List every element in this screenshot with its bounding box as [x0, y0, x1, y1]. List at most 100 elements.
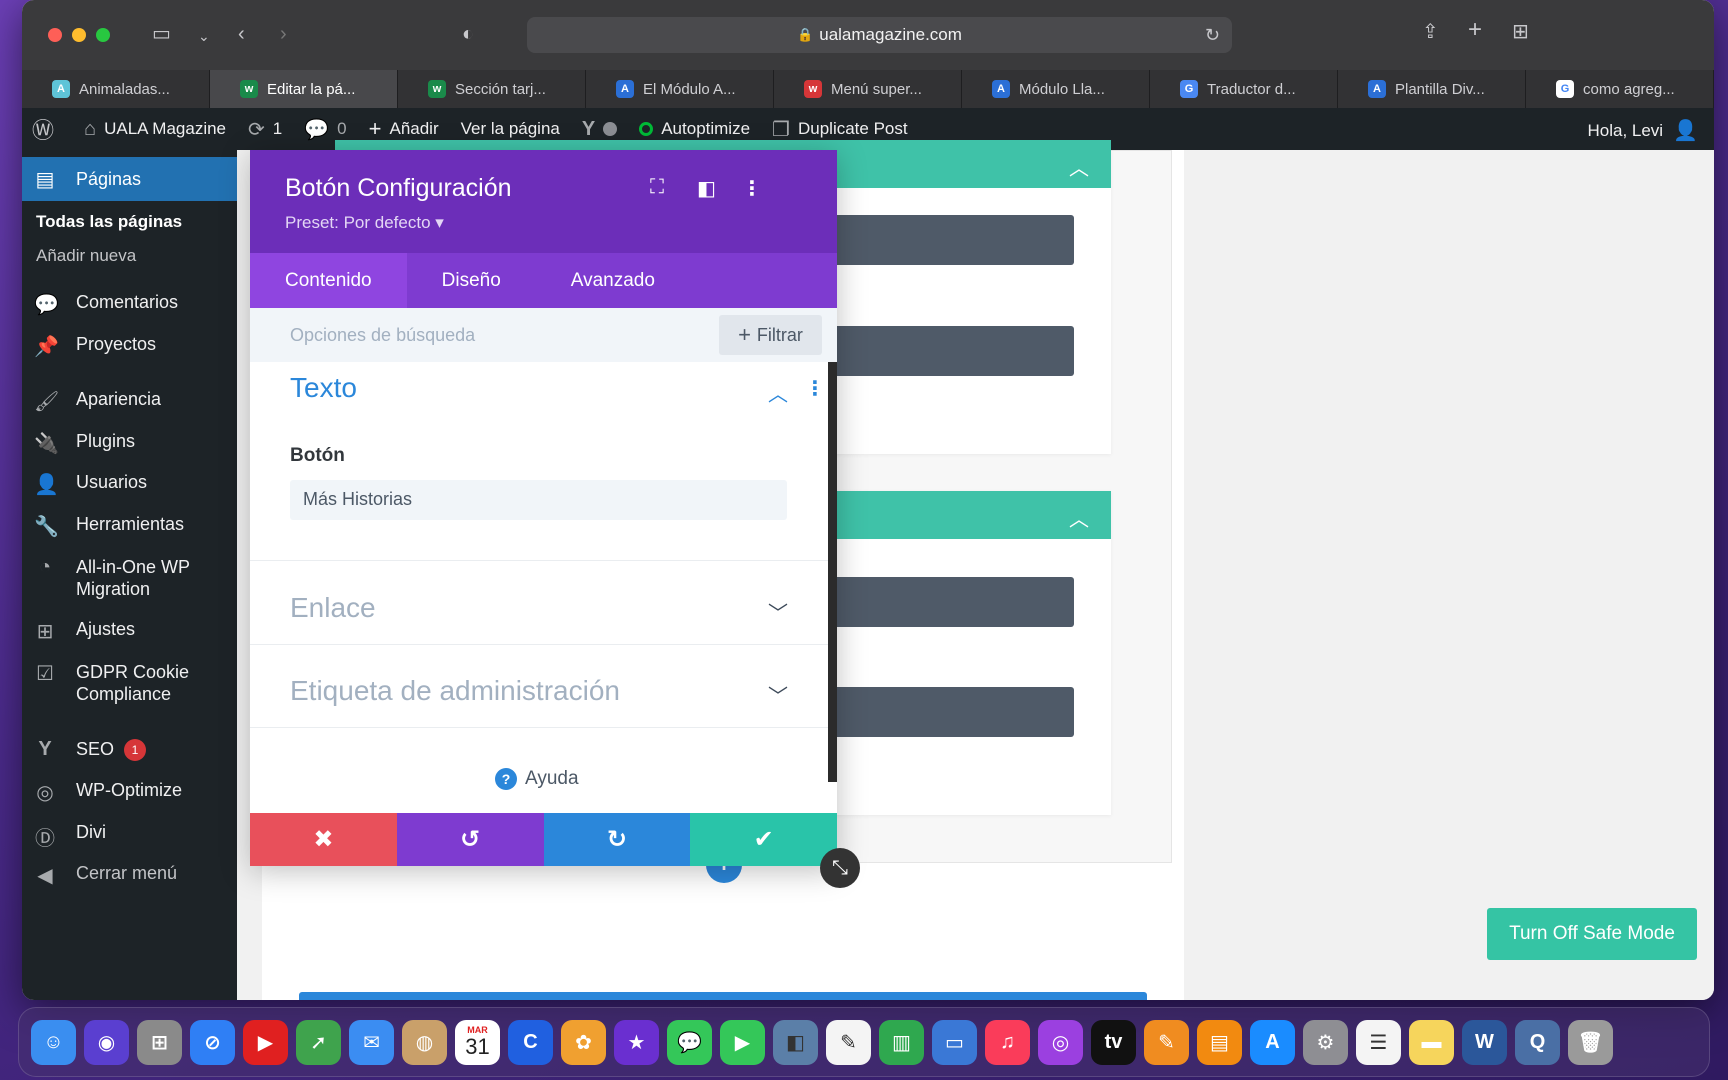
trash-app-icon[interactable]: 🗑 [1568, 1019, 1613, 1065]
cancel-button[interactable]: ✖ [250, 813, 397, 866]
turn-off-safe-mode-button[interactable]: Turn Off Safe Mode [1487, 908, 1697, 960]
keynote-app-icon[interactable]: ▭ [932, 1019, 977, 1065]
minimize-window-button[interactable] [72, 28, 86, 42]
duplicate-post-link[interactable]: ❐ Duplicate Post [772, 117, 908, 142]
wordpress-logo-icon[interactable]: Ⓦ [32, 113, 62, 145]
tab-diseno[interactable]: Diseño [407, 253, 536, 308]
cursor-app-icon[interactable]: C [508, 1019, 553, 1065]
browser-tab[interactable]: A Módulo Lla... [962, 70, 1150, 108]
siri-app-icon[interactable]: ◉ [84, 1019, 129, 1065]
reload-icon[interactable]: ↻ [1205, 25, 1220, 46]
books-app-icon[interactable]: ▤ [1197, 1019, 1242, 1065]
browser-tab[interactable]: w Editar la pá... [210, 70, 398, 108]
submenu-all-pages[interactable]: Todas las páginas [36, 212, 182, 232]
undo-button[interactable]: ↺ [396, 813, 544, 866]
comments-link[interactable]: 💬 0 [304, 117, 346, 142]
podcasts-app-icon[interactable]: ◎ [1038, 1019, 1083, 1065]
reminders-app-icon[interactable]: ☰ [1356, 1019, 1401, 1065]
new-tab-icon[interactable]: + [1468, 18, 1482, 42]
imovie-app-icon[interactable]: ★ [614, 1019, 659, 1065]
sidebar-item-wp-optimize[interactable]: ◎ WP-Optimize [22, 780, 237, 805]
system-preferences-app-icon[interactable]: ⚙ [1303, 1019, 1348, 1065]
sidebar-item-usuarios[interactable]: 👤 Usuarios [22, 472, 237, 497]
yoast-icon[interactable]: Y [582, 118, 618, 141]
sidebar-item-ajustes[interactable]: ⊞ Ajustes [22, 619, 237, 644]
browser-tab[interactable]: A Animaladas... [22, 70, 210, 108]
privacy-shield-icon[interactable]: ◐ [462, 24, 474, 44]
back-icon[interactable]: ‹ [238, 24, 245, 44]
browser-tab[interactable]: A El Módulo A... [586, 70, 774, 108]
add-new-link[interactable]: + Añadir [369, 116, 439, 142]
share-icon[interactable]: ⇪ [1422, 22, 1439, 42]
group-options-icon[interactable]: ⋮ [805, 376, 825, 401]
updates-link[interactable]: ⟳ 1 [248, 117, 282, 142]
browser-tab[interactable]: w Sección tarj... [398, 70, 586, 108]
view-page-link[interactable]: Ver la página [461, 119, 560, 139]
tab-overview-icon[interactable]: ⊞ [1512, 22, 1529, 42]
help-link[interactable]: ? Ayuda [495, 768, 579, 790]
youtube-app-icon[interactable]: ▶ [243, 1019, 288, 1065]
user-menu[interactable]: Hola, Levi 👤 [1587, 118, 1698, 143]
button-text-input[interactable]: Más Historias [290, 480, 787, 520]
sidebar-item-proyectos[interactable]: 📌 Proyectos [22, 334, 237, 359]
site-name-link[interactable]: ⌂ UALA Magazine [84, 118, 226, 141]
submenu-add-new[interactable]: Añadir nueva [36, 246, 136, 266]
maps-app-icon[interactable]: ➚ [296, 1019, 341, 1065]
chevron-up-icon[interactable]: ︿ [768, 378, 788, 407]
address-bar[interactable]: 🔒 ualamagazine.com ↻ [527, 17, 1232, 53]
sidebar-item-paginas[interactable]: ▤ Páginas [22, 157, 237, 201]
chevron-down-icon[interactable]: ⌄ [198, 26, 210, 46]
sidebar-item-apariencia[interactable]: 🖌 Apariencia [22, 389, 237, 414]
finder-app-icon[interactable]: ☺ [31, 1019, 76, 1065]
close-window-button[interactable] [48, 28, 62, 42]
autoptimize-link[interactable]: Autoptimize [639, 119, 750, 139]
browser-tab[interactable]: Gcomo agreg... [1526, 70, 1714, 108]
tab-contenido[interactable]: Contenido [250, 253, 407, 308]
facetime-app-icon[interactable]: ▶ [720, 1019, 765, 1065]
search-input[interactable]: Opciones de búsqueda [290, 325, 475, 346]
sidebar-item-divi[interactable]: Ⓓ Divi [22, 822, 237, 851]
browser-tab[interactable]: G Traductor d... [1150, 70, 1338, 108]
zoom-window-button[interactable] [96, 28, 110, 42]
browser-tab[interactable]: A Plantilla Div... [1338, 70, 1526, 108]
sidebar-item-migration[interactable]: ◔ All-in-One WP Migration [22, 556, 237, 600]
group-enlace-title[interactable]: Enlace [290, 592, 376, 624]
modal-scrollbar[interactable] [828, 362, 837, 782]
chevron-up-icon[interactable]: ︿ [1069, 152, 1089, 181]
filter-button[interactable]: + Filtrar [719, 315, 822, 355]
options-search[interactable]: Opciones de búsqueda + Filtrar [250, 308, 837, 362]
collapse-menu-button[interactable]: ◀ Cerrar menú [22, 863, 237, 888]
resize-handle-icon[interactable]: ⤡ [820, 848, 860, 888]
chevron-up-icon[interactable]: ︿ [1069, 503, 1089, 532]
textedit-app-icon[interactable]: ✎ [826, 1019, 871, 1065]
redo-button[interactable]: ↻ [543, 813, 691, 866]
contacts-app-icon[interactable]: ◍ [402, 1019, 447, 1065]
group-texto-title[interactable]: Texto [290, 372, 357, 404]
sidebar-toggle-icon[interactable]: ▭ [152, 24, 171, 44]
sidebar-item-seo[interactable]: Y SEO 1 [22, 738, 237, 761]
more-options-icon[interactable]: ⋮ [742, 176, 762, 201]
messages-app-icon[interactable]: 💬 [667, 1019, 712, 1065]
chevron-down-icon[interactable]: ﹀ [768, 680, 788, 709]
chevron-down-icon[interactable]: ﹀ [768, 597, 788, 626]
fullscreen-icon[interactable]: ⛶ [650, 176, 664, 199]
photos-app-icon[interactable]: ✿ [561, 1019, 606, 1065]
music-app-icon[interactable]: ♫ [985, 1019, 1030, 1065]
numbers-app-icon[interactable]: ▥ [879, 1019, 924, 1065]
sidebar-item-plugins[interactable]: 🔌 Plugins [22, 431, 237, 456]
snap-sidebar-icon[interactable]: ◧ [697, 176, 716, 201]
group-etiqueta-title[interactable]: Etiqueta de administración [290, 675, 620, 707]
preset-dropdown[interactable]: Preset: Por defecto ▾ [285, 213, 444, 233]
word-app-icon[interactable]: W [1462, 1019, 1507, 1065]
safari-app-icon[interactable]: ⊘ [190, 1019, 235, 1065]
save-button[interactable]: ✔ [690, 813, 837, 866]
sidebar-item-comentarios[interactable]: 💬 Comentarios [22, 292, 237, 317]
pages-app-icon[interactable]: ✎ [1144, 1019, 1189, 1065]
preview-app-icon[interactable]: ◧ [773, 1019, 818, 1065]
sidebar-item-gdpr[interactable]: ☑ GDPR Cookie Compliance [22, 661, 237, 705]
tv-app-icon[interactable]: tv [1091, 1019, 1136, 1065]
mail-app-icon[interactable]: ✉ [349, 1019, 394, 1065]
notes-app-icon[interactable]: ▬ [1409, 1019, 1454, 1065]
sidebar-item-herramientas[interactable]: 🔧 Herramientas [22, 514, 237, 539]
tab-avanzado[interactable]: Avanzado [536, 253, 690, 308]
